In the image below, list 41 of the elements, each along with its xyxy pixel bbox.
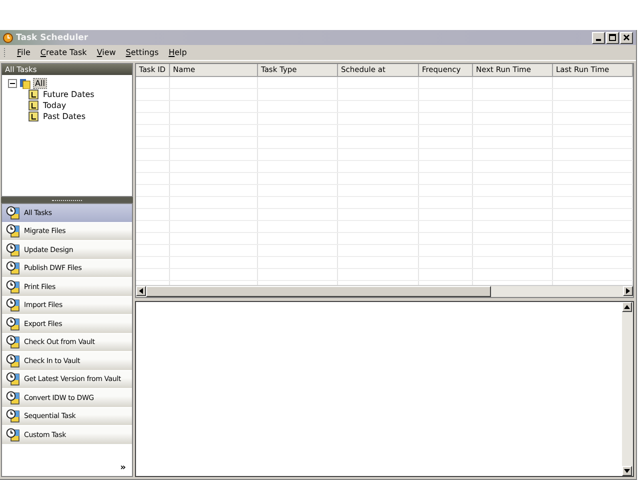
clock-document-icon (6, 298, 20, 312)
window-title: Task Scheduler (16, 32, 88, 42)
menu-item[interactable]: Create Task (40, 48, 87, 57)
menu-item[interactable]: File (17, 48, 30, 57)
scroll-left-button[interactable] (136, 286, 146, 296)
maximize-icon (609, 34, 616, 41)
menu-item[interactable]: View (96, 48, 116, 57)
close-icon (623, 34, 630, 41)
folders-icon (19, 78, 31, 89)
minimize-button[interactable] (592, 32, 605, 44)
clock-document-icon (6, 206, 20, 220)
scrollbar-thumb[interactable] (146, 286, 491, 297)
collapse-icon[interactable] (8, 79, 17, 88)
tree-item[interactable]: Today (41, 100, 68, 111)
clock-document-icon (6, 390, 20, 405)
clock-document-icon (6, 224, 20, 238)
clock-document-icon (6, 316, 20, 331)
scroll-right-button[interactable] (623, 286, 633, 296)
splitter-handle[interactable] (1, 197, 133, 203)
scroll-up-button[interactable] (622, 302, 632, 312)
calendar-icon (28, 89, 39, 100)
clock-document-icon (6, 372, 20, 386)
menu-item[interactable]: Help (168, 48, 187, 57)
tree-item[interactable]: All (33, 78, 47, 89)
clock-document-icon (6, 354, 20, 368)
menu-item[interactable]: Settings (126, 48, 159, 57)
more-button[interactable]: » (120, 463, 126, 473)
clock-document-icon (6, 280, 20, 294)
clock-app-icon (3, 32, 13, 42)
calendar-icon (28, 111, 39, 122)
clock-document-icon (6, 409, 20, 424)
clock-document-icon (6, 335, 20, 350)
clock-document-icon (6, 261, 20, 276)
tree-item[interactable]: Past Dates (41, 111, 88, 122)
tree-item[interactable]: Future Dates (41, 89, 96, 100)
maximize-button[interactable] (606, 32, 619, 44)
clock-document-icon (6, 428, 20, 442)
scroll-down-button[interactable] (622, 466, 632, 476)
clock-document-icon (6, 242, 20, 257)
calendar-icon (28, 100, 39, 111)
close-button[interactable] (620, 32, 633, 44)
